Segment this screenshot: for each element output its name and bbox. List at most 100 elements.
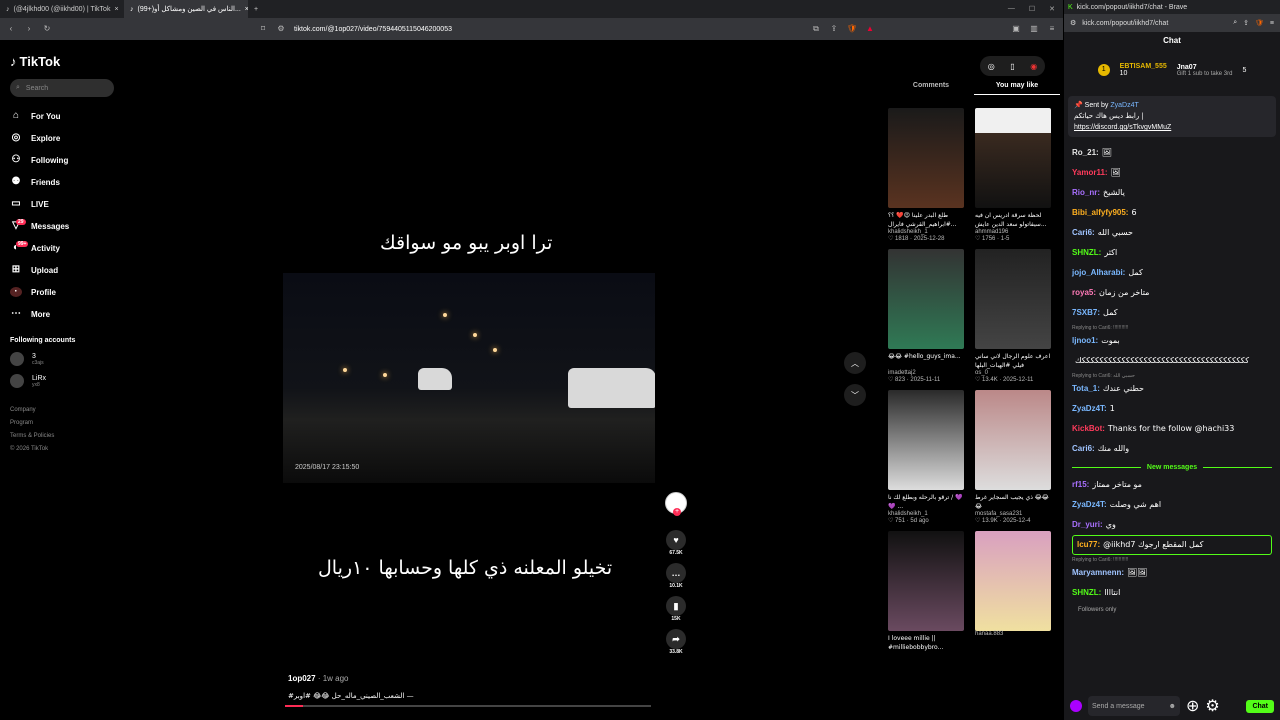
chevron-down-icon[interactable]: ﹀ xyxy=(844,384,866,406)
video-card[interactable]: اعرف علوم الرجال لاني ساني فيلي #الهبات_… xyxy=(975,249,1051,383)
menu-icon[interactable]: ≡ xyxy=(1047,24,1057,34)
new-tab-icon[interactable]: + xyxy=(248,6,264,13)
chat-message[interactable]: 7SXB7: كمل xyxy=(1072,303,1272,323)
creator-avatar[interactable] xyxy=(665,492,687,516)
settings-icon[interactable]: ⚙ xyxy=(1205,696,1219,716)
chat-message[interactable]: SHNZL: انتاااا xyxy=(1072,583,1272,603)
chat-message[interactable]: ZyaDz4T: 1 xyxy=(1072,399,1272,419)
back-icon[interactable]: ‹ xyxy=(6,24,16,34)
chat-username[interactable]: Dr_yuri: xyxy=(1072,519,1103,531)
chat-message[interactable]: ZyaDz4T: اهم شي وصلت xyxy=(1072,495,1272,515)
kick-url-field[interactable]: kick.com/popout/iikhd7/chat xyxy=(1082,20,1168,27)
chat-username[interactable]: Cari6: xyxy=(1072,227,1095,239)
nav-messages[interactable]: ▽ 29 Messages xyxy=(10,215,120,237)
browser-tab-2[interactable]: ♪ (99+)الناس في الصين ومشاكل أو... × xyxy=(124,0,248,18)
share-icon[interactable]: ⇪ xyxy=(829,24,839,34)
chat-username[interactable]: KickBot: xyxy=(1072,423,1105,435)
bookmark-icon[interactable]: ⌑ xyxy=(258,24,268,34)
close-window-icon[interactable]: ✕ xyxy=(1049,5,1055,13)
chat-message[interactable]: KickBot: Thanks for the follow @hachi33 xyxy=(1072,419,1272,439)
like-button[interactable]: ♥ 67.5K xyxy=(666,530,686,556)
site-info-icon[interactable]: ⚙ xyxy=(1070,19,1076,27)
chat-message[interactable]: rf15: مو متاخر ممتاز xyxy=(1072,475,1272,495)
video-card[interactable]: ترقو بالرحله وبطلع لك نا / 💜💜 ... khalids… xyxy=(888,390,964,524)
zoom-icon[interactable]: ⌕ xyxy=(1233,19,1237,27)
brave-shield-icon[interactable]: 🛡 xyxy=(1255,19,1264,27)
nav-more[interactable]: ⋯ More xyxy=(10,303,120,325)
video-card[interactable]: I loveee millie || #milliebobbybro... xyxy=(888,531,964,652)
nav-friends[interactable]: ⚉ Friends xyxy=(10,171,120,193)
chat-username[interactable]: ZyaDz4T: xyxy=(1072,499,1107,511)
chevron-up-icon[interactable]: ︿ xyxy=(844,352,866,374)
chat-message[interactable]: Cari6: حسبي الله xyxy=(1072,223,1272,243)
tab-you-may-like[interactable]: You may like xyxy=(974,82,1060,95)
wallet-icon[interactable]: ▣ xyxy=(1011,24,1021,34)
chat-message[interactable]: jojo_Alharabi: كمل xyxy=(1072,263,1272,283)
share-button[interactable]: ➦ 33.8K xyxy=(666,629,686,655)
discord-link[interactable]: https://discord.gg/sTkvgvMMuZ xyxy=(1074,124,1171,131)
account-item[interactable]: LiRx yx8 xyxy=(10,374,120,388)
chat-input[interactable]: Send a message ☻ xyxy=(1088,696,1180,716)
account-item[interactable]: 3 c3ajs xyxy=(10,352,120,366)
footer-company[interactable]: Company xyxy=(10,404,120,417)
chat-message[interactable]: lcu77: @iikhd7 كمل المقطع ارجوك xyxy=(1072,535,1272,555)
menu-icon[interactable]: ≡ xyxy=(1270,20,1274,27)
device-icon[interactable]: ▯ xyxy=(1010,62,1014,71)
chat-username[interactable]: Yamor11: xyxy=(1072,167,1108,179)
minimize-icon[interactable]: — xyxy=(1008,5,1015,13)
nav-explore[interactable]: ◎ Explore xyxy=(10,127,120,149)
chat-message[interactable]: Ro_21: 🖼 xyxy=(1072,143,1272,163)
compass-icon[interactable]: ◎ xyxy=(988,62,995,71)
chat-message[interactable]: Dr_yuri: وي xyxy=(1072,515,1272,535)
chat-username[interactable]: Maryamnenn: xyxy=(1072,567,1124,579)
nav-activity[interactable]: ◐ 99+ Activity xyxy=(10,237,120,259)
chat-message[interactable]: SHNZL: اكثر xyxy=(1072,243,1272,263)
chat-username[interactable]: SHNZL: xyxy=(1072,247,1101,259)
video-card[interactable]: لحظة سرقة ادريس ان فيه سيفاتولو سعد الدي… xyxy=(975,108,1051,242)
chat-username[interactable]: ZyaDz4T: xyxy=(1072,403,1107,415)
comment-button[interactable]: … 10.1K xyxy=(666,563,686,589)
footer-terms[interactable]: Terms & Policies xyxy=(10,430,120,443)
video-card[interactable]: hanaa.883 xyxy=(975,531,1051,652)
chat-username[interactable]: SHNZL: xyxy=(1072,587,1101,599)
url-field[interactable]: tiktok.com/@1op027/video/759440511504620… xyxy=(294,26,452,33)
chat-username[interactable]: 7SXB7: xyxy=(1072,307,1100,319)
chat-username[interactable]: Ro_21: xyxy=(1072,147,1099,159)
chat-message[interactable]: Maryamnenn: 🖼🖼 xyxy=(1072,563,1272,583)
chat-message[interactable]: Tota_1: حطني عندك xyxy=(1072,379,1272,399)
emoji-icon[interactable]: ☻ xyxy=(1169,703,1176,710)
chat-username[interactable]: Cari6: xyxy=(1072,443,1095,455)
nav-upload[interactable]: ⊞ Upload xyxy=(10,259,120,281)
maximize-icon[interactable]: ☐ xyxy=(1029,5,1035,13)
footer-program[interactable]: Program xyxy=(10,417,120,430)
nav-following[interactable]: ⚇ Following xyxy=(10,149,120,171)
chat-message[interactable]: Bibi_alfyfy905: 6 xyxy=(1072,203,1272,223)
video-author[interactable]: 1op027 · 1w ago xyxy=(288,674,349,683)
video-card[interactable]: طلع البدر علينا 😍❤️ ؟؟ #ابراهيم_القرشي ف… xyxy=(888,108,964,242)
save-button[interactable]: ▮ 15K xyxy=(666,596,686,622)
gift-icon[interactable]: ⊕ xyxy=(1186,696,1199,716)
sidebar-icon[interactable]: ▥ xyxy=(1029,24,1039,34)
brave-shield-icon[interactable]: 🛡 xyxy=(847,24,857,34)
chat-message[interactable]: ككككككككككككككككككككككككككككككككككككككك xyxy=(1072,351,1272,371)
chat-username[interactable]: jojo_Alharabi: xyxy=(1072,267,1125,279)
chat-message[interactable]: Yamor11: 🖼 xyxy=(1072,163,1272,183)
tiktok-logo[interactable]: ♪ TikTok xyxy=(10,54,120,69)
chat-message[interactable]: Cari6: والله منك xyxy=(1072,439,1272,459)
close-tab-icon[interactable]: × xyxy=(114,6,118,13)
nav-for-you[interactable]: ⌂ For You xyxy=(10,105,120,127)
video-card[interactable]: 😂😂 #hello_guys_ima... imadettaj2 ♡ 823 · 2… xyxy=(888,249,964,383)
chat-username[interactable]: roya5: xyxy=(1072,287,1096,299)
chat-username[interactable]: Rio_nr: xyxy=(1072,187,1100,199)
video-player[interactable]: ترا اوبر يبو مو سواقك 2025/08/17 23:15:5… xyxy=(130,40,878,720)
share-icon[interactable]: ⇪ xyxy=(1243,19,1249,27)
chat-message[interactable]: Rio_nr: يالشيخ xyxy=(1072,183,1272,203)
chat-username[interactable]: rf15: xyxy=(1072,479,1089,491)
chat-username[interactable]: lcu77: xyxy=(1077,539,1100,551)
chat-message[interactable]: ljnoo1: بموت xyxy=(1072,331,1272,351)
nav-profile[interactable]: · Profile xyxy=(10,281,120,303)
browser-tab-1[interactable]: ♪ (@4jlkhd00 (@iikhd00) | TikTok × xyxy=(0,0,124,18)
video-progress-bar[interactable] xyxy=(285,705,651,707)
reload-icon[interactable]: ↻ xyxy=(42,24,52,34)
site-info-icon[interactable]: ⚙ xyxy=(276,24,286,34)
